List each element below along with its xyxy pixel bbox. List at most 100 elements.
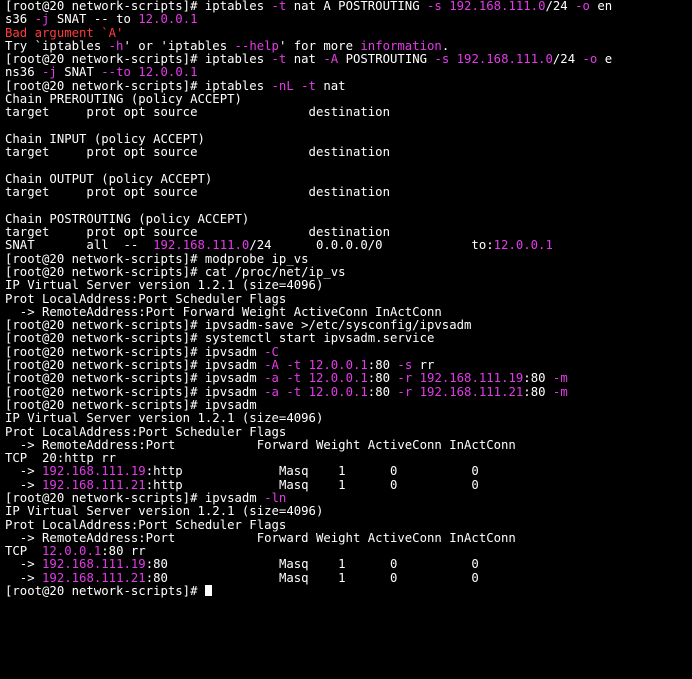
terminal-line: -> 192.168.111.21:http Masq 1 0 0 — [5, 477, 692, 492]
terminal-line: SNAT all -- 192.168.111.0/24 0.0.0.0/0 t… — [5, 239, 692, 252]
terminal-text-segment: target prot opt source destination — [5, 145, 390, 160]
terminal-line: [root@20 network-scripts]# iptables -t n… — [5, 53, 692, 66]
terminal-text-segment: :80 — [367, 358, 398, 373]
terminal-text-segment: -> RemoteAddress:Port Forward Weight Act… — [5, 530, 516, 545]
terminal-text-segment: POSTROUTING — [338, 52, 435, 67]
terminal-text-segment: [root@20 network-scripts]# systemctl sta… — [5, 331, 435, 346]
terminal-text-segment: -j — [42, 65, 57, 80]
terminal-text-segment: -o — [575, 0, 590, 13]
terminal-line: -> RemoteAddress:Port Forward Weight Act… — [5, 304, 692, 319]
terminal-text-segment: :80 — [367, 371, 398, 386]
terminal-text-segment: . — [441, 38, 450, 53]
terminal-text-segment: ns36 — [5, 65, 43, 80]
terminal-line: [root@20 network-scripts]# ipvsadm -C — [5, 345, 692, 359]
terminal-text-segment: 192.168.111.0 — [449, 0, 546, 13]
terminal-line: -> 192.168.111.19:80 Masq 1 0 0 — [5, 558, 692, 571]
terminal-window[interactable]: [root@20 network-scripts]# iptables -t n… — [0, 0, 692, 679]
terminal-line: IP Virtual Server version 1.2.1 (size=40… — [5, 279, 692, 292]
terminal-line: Prot LocalAddress:Port Scheduler Flags — [5, 424, 692, 439]
terminal-line: Chain POSTROUTING (policy ACCEPT) — [5, 212, 692, 226]
terminal-line: [root@20 network-scripts]# iptables -t n… — [5, 0, 692, 13]
terminal-text-segment: Try `iptables — [5, 38, 109, 53]
terminal-text-segment: [root@20 network-scripts]# ipvsadm-save … — [5, 318, 472, 333]
terminal-line: target prot opt source destination — [5, 146, 692, 159]
terminal-text-segment: Chain PREROUTING (policy ACCEPT) — [5, 92, 242, 107]
terminal-text-segment: :80 rr — [101, 544, 146, 559]
terminal-text-segment: :80 Masq 1 0 0 — [145, 557, 479, 572]
terminal-text-segment: -nL — [271, 78, 294, 93]
terminal-text-segment: [root@20 network-scripts]# ipvsadm — [5, 371, 265, 386]
terminal-text-segment: SNAT -- to — [49, 12, 139, 27]
terminal-text-segment: [root@20 network-scripts]# modprobe ip_v… — [5, 251, 309, 266]
terminal-text-segment: Chain OUTPUT (policy ACCEPT) — [5, 171, 213, 186]
terminal-text-segment: IP Virtual Server version 1.2.1 (size=40… — [5, 278, 324, 293]
terminal-text-segment: 12.0.0.1 — [138, 65, 198, 80]
terminal-line: s36 -j SNAT -- to 12.0.0.1 — [5, 13, 692, 26]
terminal-text-segment: -o — [582, 52, 598, 67]
terminal-text-segment: 192.168.111.0 — [153, 238, 250, 253]
terminal-text-segment: -s — [397, 358, 413, 373]
terminal-text-segment: 192.168.111.19 — [42, 464, 146, 479]
terminal-text-segment: --help — [234, 38, 279, 53]
terminal-line: [root@20 network-scripts]# ipvsadm — [5, 397, 692, 412]
terminal-text-segment: -> RemoteAddress:Port Forward Weight Act… — [5, 304, 442, 319]
terminal-text-segment: :http Masq 1 0 0 — [145, 477, 479, 492]
terminal-text-segment: -s — [427, 0, 442, 13]
terminal-text-segment: [root@20 network-scripts]# ipvsadm — [5, 397, 257, 412]
terminal-line: Bad argument `A' — [5, 26, 692, 40]
terminal-text-segment: -t — [271, 0, 287, 13]
terminal-text-segment: Prot LocalAddress:Port Scheduler Flags — [5, 424, 287, 439]
terminal-line: [root@20 network-scripts]# ipvsadm -ln — [5, 491, 692, 505]
terminal-line: Chain INPUT (policy ACCEPT) — [5, 131, 692, 146]
terminal-text-segment: -t — [271, 52, 287, 67]
terminal-text-segment: 12.0.0.1 — [138, 12, 198, 27]
terminal-text-segment: 192.168.111.19 — [419, 371, 524, 386]
terminal-text-segment: -t — [286, 358, 302, 373]
terminal-text-segment: Chain INPUT (policy ACCEPT) — [5, 131, 205, 146]
terminal-text-segment: -t — [286, 371, 302, 386]
terminal-text-segment: -m — [552, 371, 568, 386]
terminal-text-segment: nat A POSTROUTING — [286, 0, 428, 13]
terminal-line: IP Virtual Server version 1.2.1 (size=40… — [5, 505, 692, 518]
terminal-text-segment: 12.0.0.1 — [308, 358, 368, 373]
terminal-text-segment: s36 — [5, 12, 35, 27]
terminal-text-segment: TCP 20:http rr — [5, 451, 117, 466]
terminal-text-segment: -r — [397, 371, 413, 386]
terminal-text-segment: Prot LocalAddress:Port Scheduler Flags — [5, 517, 287, 532]
terminal-text-segment: information — [360, 38, 442, 53]
terminal-text-segment: [root@20 network-scripts]# cat /proc/net… — [5, 264, 346, 279]
terminal-text-segment: 192.168.111.21 — [42, 570, 146, 585]
terminal-text-segment: [root@20 network-scripts]# iptables — [5, 0, 272, 13]
terminal-text-segment: -h — [108, 38, 124, 53]
terminal-text-segment: 12.0.0.1 — [308, 371, 368, 386]
terminal-text-segment: -j — [34, 12, 50, 27]
terminal-text-segment: SNAT all -- — [5, 238, 154, 253]
terminal-line: [root@20 network-scripts]# ipvsadm -a -t… — [5, 372, 692, 385]
terminal-line: [root@20 network-scripts]# ipvsadm -A -t… — [5, 358, 692, 373]
terminal-line: [root@20 network-scripts]# ipvsadm -a -t… — [5, 384, 692, 399]
cursor-block — [204, 585, 212, 597]
terminal-text-segment: -> RemoteAddress:Port Forward Weight Act… — [5, 437, 516, 452]
terminal-text-segment: :http Masq 1 0 0 — [145, 464, 479, 479]
terminal-text-segment: -s — [434, 52, 450, 67]
terminal-text-segment: IP Virtual Server version 1.2.1 (size=40… — [5, 504, 324, 519]
terminal-line: [root@20 network-scripts]# iptables -nL … — [5, 78, 692, 93]
terminal-text-segment: nat — [286, 52, 324, 67]
terminal-text-segment: -m — [552, 384, 568, 399]
terminal-line: TCP 12.0.0.1:80 rr — [5, 545, 692, 558]
terminal-text-segment: :80 Masq 1 0 0 — [145, 570, 479, 585]
terminal-line: target prot opt source destination — [5, 106, 692, 119]
terminal-text-segment: -> — [5, 570, 43, 585]
terminal-text-segment: [root@20 network-scripts]# ipvsadm — [5, 358, 265, 373]
terminal-text-segment: 12.0.0.1 — [42, 544, 102, 559]
terminal-text-segment: 192.168.111.21 — [419, 384, 524, 399]
terminal-line: Prot LocalAddress:Port Scheduler Flags — [5, 517, 692, 532]
terminal-line: [root@20 network-scripts]# — [5, 584, 692, 598]
terminal-line: [root@20 network-scripts]# systemctl sta… — [5, 332, 692, 345]
terminal-text-segment: 192.168.111.21 — [42, 477, 146, 492]
terminal-line: target prot opt source destination — [5, 225, 692, 239]
